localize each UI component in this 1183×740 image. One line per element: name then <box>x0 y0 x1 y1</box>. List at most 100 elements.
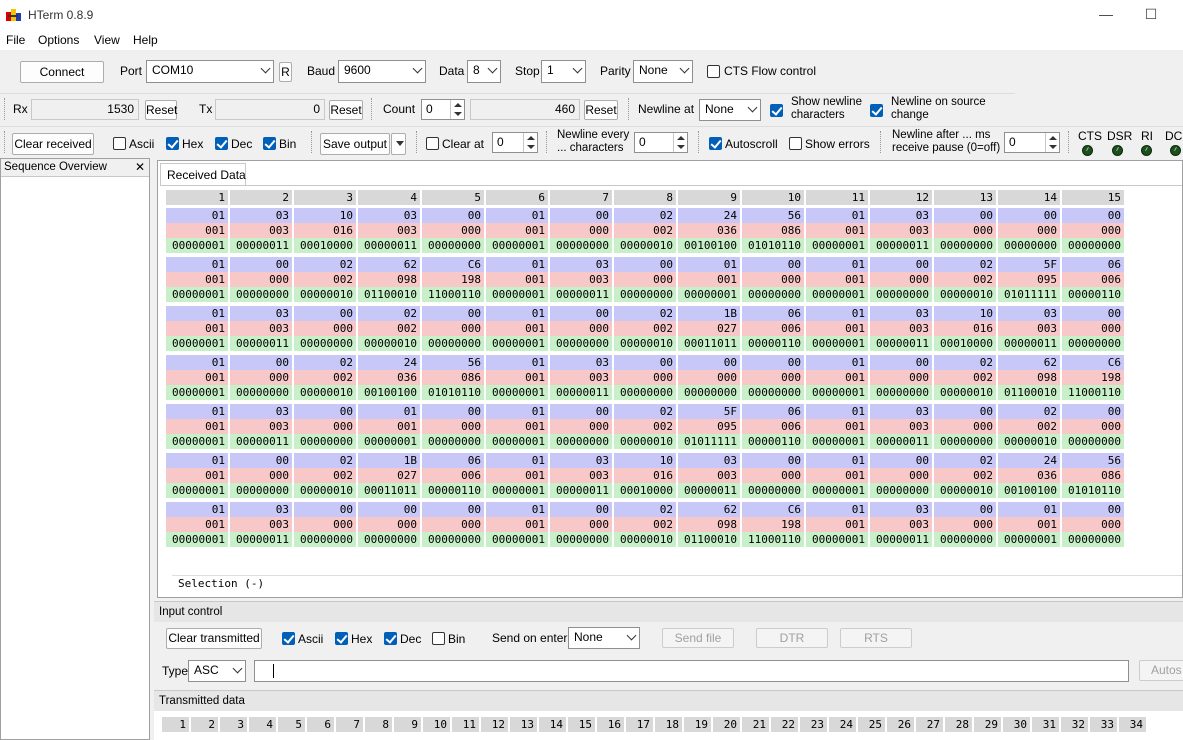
dec-cell[interactable]: 002 <box>614 223 676 238</box>
dec-cell[interactable]: 000 <box>422 223 484 238</box>
newline-after-spinner[interactable]: 0 <box>1004 132 1060 153</box>
dec-cell[interactable]: 095 <box>678 419 740 434</box>
dec-cell[interactable]: 003 <box>550 468 612 483</box>
dec-cell[interactable]: 000 <box>294 321 356 336</box>
bin-cell[interactable]: 00000011 <box>550 483 612 498</box>
dec-cell[interactable]: 006 <box>742 321 804 336</box>
hex-cell[interactable]: 02 <box>934 257 996 272</box>
dec-cell[interactable]: 002 <box>294 272 356 287</box>
dec-cell[interactable]: 000 <box>934 517 996 532</box>
dec-cell[interactable]: 001 <box>486 272 548 287</box>
hex-cell[interactable]: 03 <box>550 355 612 370</box>
bin-cell[interactable]: 00000110 <box>742 336 804 351</box>
hex-cell[interactable]: 10 <box>294 208 356 223</box>
dec-cell[interactable]: 000 <box>1062 321 1124 336</box>
toolbar-grip[interactable] <box>880 131 883 153</box>
hex-cell[interactable]: 00 <box>358 502 420 517</box>
hex-cell[interactable]: 01 <box>486 502 548 517</box>
hex-cell[interactable]: 00 <box>550 404 612 419</box>
bin-cell[interactable]: 00000000 <box>230 483 292 498</box>
hex-cell[interactable]: 00 <box>422 306 484 321</box>
hex-cell[interactable]: 00 <box>294 502 356 517</box>
send-input-field[interactable] <box>254 660 1129 682</box>
dec-cell[interactable]: 003 <box>550 272 612 287</box>
menu-file[interactable]: File <box>6 33 25 47</box>
down-arrow-icon[interactable] <box>677 145 685 149</box>
bin-cell[interactable]: 00000000 <box>422 434 484 449</box>
bin-cell[interactable]: 00000001 <box>806 287 868 302</box>
bin-cell[interactable]: 00000001 <box>166 336 228 351</box>
down-arrow-icon[interactable] <box>527 145 535 149</box>
hex-cell[interactable]: 06 <box>422 453 484 468</box>
hex-cell[interactable]: 01 <box>806 502 868 517</box>
dtr-button[interactable]: DTR <box>756 628 828 648</box>
hex-cell[interactable]: 03 <box>550 257 612 272</box>
bin-cell[interactable]: 00000010 <box>934 385 996 400</box>
dec-cell[interactable]: 000 <box>742 272 804 287</box>
toolbar-grip[interactable] <box>628 98 631 120</box>
toolbar-grip[interactable] <box>4 98 7 120</box>
down-arrow-icon[interactable] <box>1049 145 1057 149</box>
dec-cell[interactable]: 001 <box>806 468 868 483</box>
bin-cell[interactable]: 00000010 <box>358 336 420 351</box>
hex-cell[interactable]: 03 <box>678 453 740 468</box>
toolbar-grip[interactable] <box>4 131 7 153</box>
hex-cell[interactable]: 24 <box>678 208 740 223</box>
hex-cell[interactable]: 00 <box>934 404 996 419</box>
dec-cell[interactable]: 000 <box>998 223 1060 238</box>
hex-cell[interactable]: 02 <box>294 355 356 370</box>
dec-cell[interactable]: 001 <box>806 223 868 238</box>
dec-cell[interactable]: 001 <box>486 223 548 238</box>
bin-cell[interactable]: 00000000 <box>614 385 676 400</box>
dec-cell[interactable]: 000 <box>294 419 356 434</box>
port-select[interactable]: COM10 <box>146 60 274 83</box>
bin-cell[interactable]: 00010000 <box>614 483 676 498</box>
bin-cell[interactable]: 00000001 <box>166 483 228 498</box>
hex-cell[interactable]: 56 <box>1062 453 1124 468</box>
hex-cell[interactable]: 00 <box>742 453 804 468</box>
hex-cell[interactable]: 02 <box>614 208 676 223</box>
bin-cell[interactable]: 00000001 <box>486 287 548 302</box>
bin-cell[interactable]: 11000110 <box>742 532 804 547</box>
dec-cell[interactable]: 036 <box>358 370 420 385</box>
dec-cell[interactable]: 002 <box>614 419 676 434</box>
dec-cell[interactable]: 098 <box>998 370 1060 385</box>
hex-cell[interactable]: 01 <box>166 355 228 370</box>
toolbar-grip[interactable] <box>371 98 374 120</box>
dec-cell[interactable]: 001 <box>166 370 228 385</box>
rx-reset-button[interactable]: Reset <box>145 100 177 120</box>
hex-cell[interactable]: 00 <box>230 453 292 468</box>
bin-cell[interactable]: 00000001 <box>486 336 548 351</box>
bin-cell[interactable]: 00000000 <box>230 385 292 400</box>
bin-cell[interactable]: 00011011 <box>678 336 740 351</box>
hex-cell[interactable]: 03 <box>870 306 932 321</box>
hex-cell[interactable]: 02 <box>614 306 676 321</box>
hex-cell[interactable]: 5F <box>998 257 1060 272</box>
hex-cell[interactable]: 00 <box>1062 404 1124 419</box>
refresh-ports-button[interactable]: R <box>279 62 292 82</box>
dec-cell[interactable]: 036 <box>678 223 740 238</box>
hex-cell[interactable]: 01 <box>486 306 548 321</box>
hex-cell[interactable]: 01 <box>166 208 228 223</box>
dec-cell[interactable]: 001 <box>166 223 228 238</box>
hex-cell[interactable]: 5F <box>678 404 740 419</box>
bin-cell[interactable]: 00000000 <box>614 287 676 302</box>
save-output-dropdown[interactable] <box>391 133 406 155</box>
clear-at-checkbox[interactable] <box>426 137 439 150</box>
bin-cell[interactable]: 00000000 <box>230 287 292 302</box>
hex-cell[interactable]: 01 <box>486 257 548 272</box>
bin-cell[interactable]: 00100100 <box>678 238 740 253</box>
bin-cell[interactable]: 01011111 <box>678 434 740 449</box>
hex-checkbox[interactable] <box>166 137 179 150</box>
hex-cell[interactable]: 03 <box>230 502 292 517</box>
hex-cell[interactable]: 03 <box>870 208 932 223</box>
bin-cell[interactable]: 00000000 <box>934 532 996 547</box>
bin-cell[interactable]: 00000011 <box>550 385 612 400</box>
bin-cell[interactable]: 00000110 <box>1062 287 1124 302</box>
dec-cell[interactable]: 016 <box>614 468 676 483</box>
hex-cell[interactable]: 00 <box>870 453 932 468</box>
hex-cell[interactable]: 03 <box>550 453 612 468</box>
send-on-enter-select[interactable]: None <box>568 627 640 649</box>
dec-cell[interactable]: 001 <box>166 419 228 434</box>
dec-cell[interactable]: 000 <box>550 321 612 336</box>
